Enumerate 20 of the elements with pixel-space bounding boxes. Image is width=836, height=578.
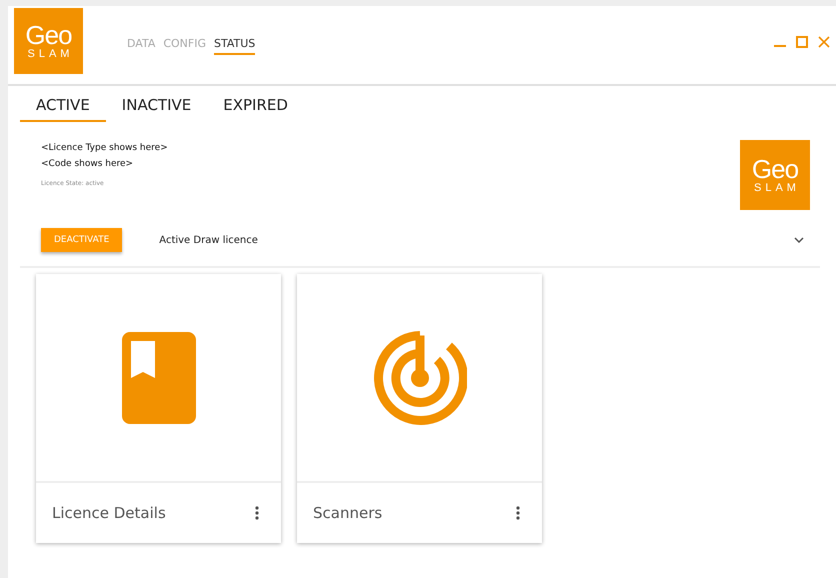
licence-code: <Code shows here> — [41, 158, 134, 171]
nav-link[interactable]: STATUS — [214, 37, 256, 55]
logo-name: SLAM — [753, 182, 800, 194]
logo-name: SLAM — [26, 48, 74, 60]
logo-mark: Geo — [25, 22, 72, 48]
licence-type: <Licence Type shows here> — [41, 142, 168, 155]
book-icon — [122, 332, 196, 424]
tab[interactable]: ACTIVE — [20, 90, 106, 122]
card-title: Licence Details — [52, 504, 166, 522]
target-icon — [372, 330, 466, 424]
more-options-icon[interactable] — [516, 506, 520, 520]
licence-description: Active Draw licence — [159, 234, 259, 246]
card[interactable]: Scanners — [297, 274, 542, 543]
chevron-down-icon[interactable] — [794, 237, 804, 243]
card[interactable]: Licence Details — [36, 274, 281, 543]
card-title: Scanners — [313, 504, 382, 522]
tab[interactable]: EXPIRED — [207, 90, 304, 122]
more-options-icon[interactable] — [255, 506, 259, 520]
logo-mark: Geo — [752, 156, 798, 182]
tab[interactable]: INACTIVE — [106, 90, 208, 122]
